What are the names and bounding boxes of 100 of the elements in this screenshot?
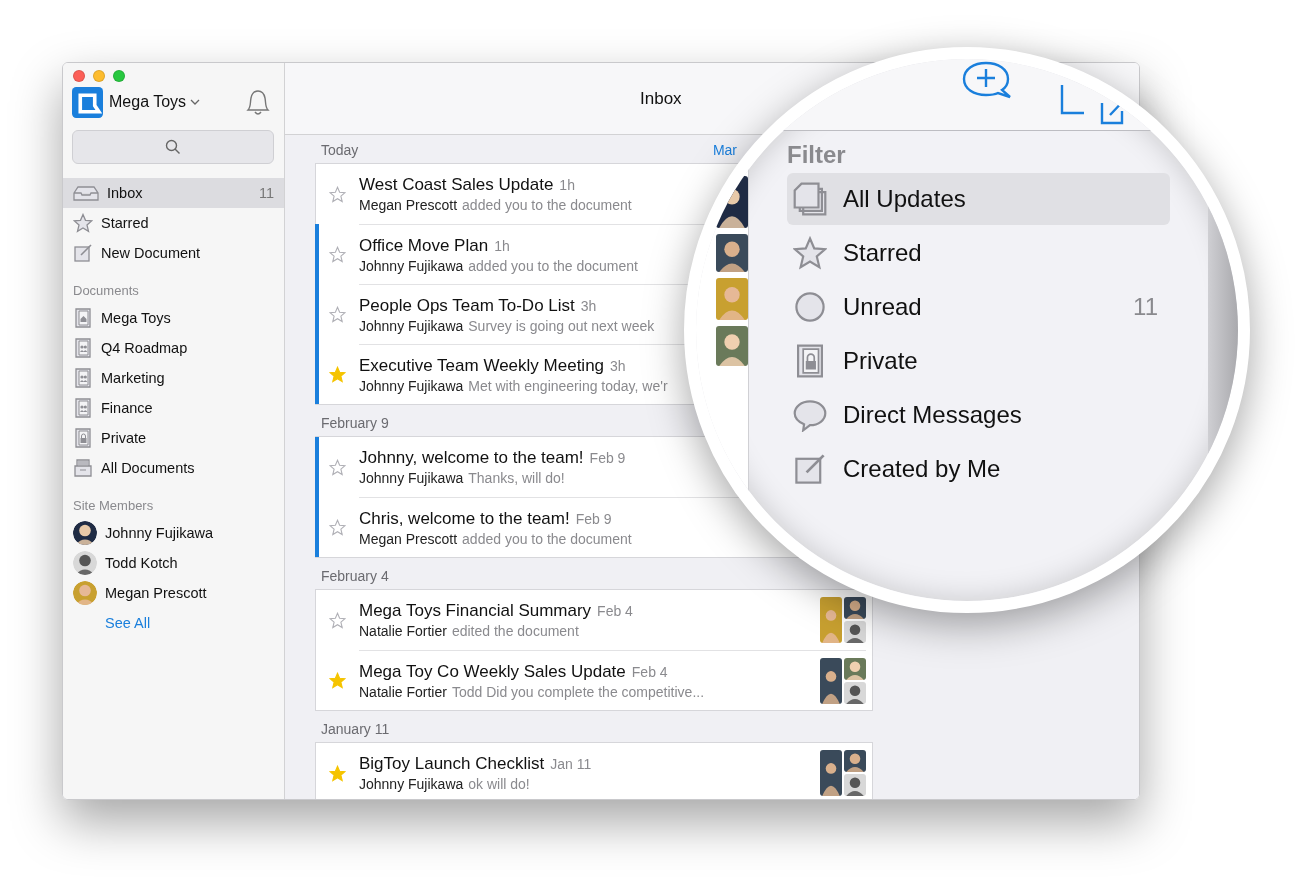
bell-icon[interactable] xyxy=(244,87,272,117)
member-name: Johnny Fujikawa xyxy=(105,525,213,541)
member-name: Todd Kotch xyxy=(105,555,178,571)
group-document-icon xyxy=(73,338,93,358)
sidebar-item[interactable]: Private xyxy=(63,423,284,453)
update-snippet: Survey is going out next week xyxy=(468,317,655,334)
author-name: Johnny Fujikawa xyxy=(359,776,464,792)
star-icon[interactable] xyxy=(329,518,346,536)
member-item[interactable]: Todd Kotch xyxy=(63,548,284,578)
update-time: Jan 11 xyxy=(550,756,592,772)
sidebar-item-label: Inbox xyxy=(107,185,143,201)
sidebar-item[interactable]: Starred xyxy=(63,208,284,238)
filter-label: Direct Messages xyxy=(843,401,1022,429)
author-name: Johnny Fujikawa xyxy=(359,317,464,334)
search-field[interactable] xyxy=(72,130,274,164)
sidebar-item-label: New Document xyxy=(101,245,201,261)
update-time: Feb 4 xyxy=(631,663,668,680)
update-time: Feb 4 xyxy=(597,603,633,619)
filter-label: Private xyxy=(843,347,918,375)
sidebar-item-label: Q4 Roadmap xyxy=(101,340,188,356)
sidebar-item[interactable]: All Documents xyxy=(63,453,284,483)
sidebar-item[interactable]: Finance xyxy=(63,393,284,423)
group-date: February 4 xyxy=(321,568,389,584)
update-time: 1h xyxy=(559,177,575,193)
filter-item[interactable]: Created by Me xyxy=(787,443,1170,495)
filter-item[interactable]: All Updates xyxy=(787,173,1170,225)
sidebar-item-label: Finance xyxy=(101,400,153,416)
update-snippet: added you to the document xyxy=(468,257,638,274)
compose-icon xyxy=(73,243,93,263)
update-row[interactable]: Mega Toys Financial Summary Feb 4 Natalie Fortier edited the document xyxy=(316,590,872,650)
author-name: Natalie Fortier xyxy=(359,683,447,700)
star-icon[interactable] xyxy=(329,365,346,383)
filter-item[interactable]: Unread 11 xyxy=(787,281,1170,333)
update-time: Feb 9 xyxy=(575,510,612,527)
sidebar-item[interactable]: New Document xyxy=(63,238,284,268)
mark-link[interactable]: Mar xyxy=(712,142,737,158)
update-time: Feb 9 xyxy=(589,450,626,466)
update-title: BigToy Launch Checklist xyxy=(359,754,545,774)
update-snippet: ok will do! xyxy=(468,776,530,792)
star-icon xyxy=(73,213,93,233)
new-message-icon[interactable] xyxy=(962,61,1012,101)
sidebar-item[interactable]: Marketing xyxy=(63,363,284,393)
member-item[interactable]: Megan Prescott xyxy=(63,578,284,608)
update-snippet: Todd Did you complete the competitive... xyxy=(451,683,705,700)
minimize-button[interactable] xyxy=(93,70,105,82)
update-title: West Coast Sales Update xyxy=(359,175,554,195)
filter-item[interactable]: Private xyxy=(787,335,1170,387)
star-icon xyxy=(793,236,827,270)
update-snippet: added you to the document xyxy=(462,530,632,547)
star-icon[interactable] xyxy=(329,764,346,782)
sidebar-item-label: All Documents xyxy=(101,460,195,476)
section-title: Documents xyxy=(72,282,140,300)
update-row[interactable]: BigToy Launch Checklist Jan 11 Johnny Fujikawa ok will do! xyxy=(316,743,872,799)
author-name: Megan Prescott xyxy=(359,197,458,213)
unread-count: 11 xyxy=(258,185,274,201)
star-icon[interactable] xyxy=(329,458,346,476)
star-icon[interactable] xyxy=(329,245,346,263)
author-name: Natalie Fortier xyxy=(359,623,447,639)
update-title: Executive Team Weekly Meeting xyxy=(359,355,605,376)
update-snippet: Thanks, will do! xyxy=(468,470,565,486)
see-all-link[interactable]: See All xyxy=(105,615,151,631)
member-item[interactable]: Johnny Fujikawa xyxy=(63,518,284,548)
update-title: Mega Toy Co Weekly Sales Update xyxy=(359,661,626,682)
update-time: 3h xyxy=(610,357,626,374)
speech-bubble-icon xyxy=(793,398,827,432)
filter-label: Unread xyxy=(843,293,922,321)
sidebar-item[interactable]: Mega Toys xyxy=(63,303,284,333)
chevron-down-icon xyxy=(190,98,201,106)
update-time: 1h xyxy=(494,237,510,254)
update-snippet: Met with engineering today, we'r xyxy=(468,377,668,394)
group-date: February 9 xyxy=(321,415,389,431)
zoom-button[interactable] xyxy=(113,70,125,82)
update-row[interactable]: Mega Toy Co Weekly Sales Update Feb 4 Natalie Fortier Todd Did you complete the competitive... xyxy=(316,650,872,710)
window-title: Inbox xyxy=(640,88,682,109)
sidebar-item-label: Starred xyxy=(101,215,149,231)
star-icon[interactable] xyxy=(329,671,346,689)
update-title: People Ops Team To-Do List xyxy=(359,295,575,316)
group-document-icon xyxy=(73,398,93,418)
star-icon[interactable] xyxy=(329,185,346,203)
file-drawer-icon xyxy=(73,458,93,478)
member-name: Megan Prescott xyxy=(105,585,207,601)
update-title: Johnny, welcome to the team! xyxy=(359,448,584,468)
sidebar-item-label: Mega Toys xyxy=(101,310,171,326)
unread-count: 11 xyxy=(1133,293,1158,321)
star-icon[interactable] xyxy=(329,305,346,323)
group-date: January 11 xyxy=(321,721,390,737)
star-icon[interactable] xyxy=(329,611,346,629)
author-name: Megan Prescott xyxy=(359,530,458,547)
filter-item[interactable]: Direct Messages xyxy=(787,389,1170,441)
filter-label: All Updates xyxy=(843,185,966,213)
filter-title: Filter xyxy=(787,141,847,169)
sidebar-item[interactable]: Inbox 11 xyxy=(63,178,284,208)
filter-item[interactable]: Starred xyxy=(787,227,1170,279)
author-name: Johnny Fujikawa xyxy=(359,470,464,486)
home-document-icon xyxy=(73,308,93,328)
update-title: Chris, welcome to the team! xyxy=(359,508,570,529)
workspace-menu[interactable]: Mega Toys xyxy=(109,93,201,111)
author-name: Johnny Fujikawa xyxy=(359,377,464,394)
close-button[interactable] xyxy=(73,70,85,82)
sidebar-item[interactable]: Q4 Roadmap xyxy=(63,333,284,363)
